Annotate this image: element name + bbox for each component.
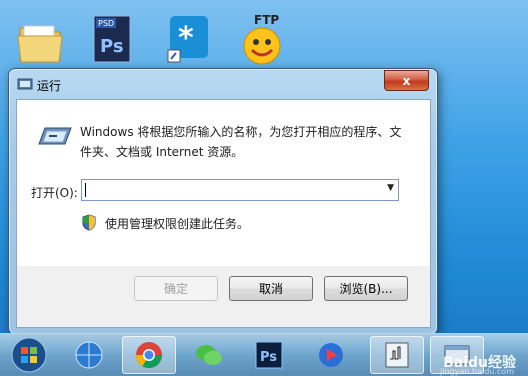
ie-browser-taskbar[interactable] (62, 336, 116, 374)
svg-text:Ps: Ps (260, 350, 277, 365)
psd-file-icon[interactable]: PSD Ps (90, 14, 142, 66)
start-button[interactable] (2, 336, 56, 374)
windows-orb-icon (11, 337, 47, 373)
run-dialog: 运行 x Windows 将根据您所输入的名称，为您打开相应的程序、文件夹、文档… (8, 68, 438, 335)
notepad-app-taskbar[interactable] (370, 336, 424, 374)
dialog-description: Windows 将根据您所输入的名称，为您打开相应的程序、文件夹、文档或 Int… (80, 125, 402, 159)
chrome-icon (136, 342, 162, 368)
app-window-icon (385, 342, 409, 368)
cancel-button[interactable]: 取消 (229, 276, 313, 301)
dialog-body: Windows 将根据您所输入的名称，为您打开相应的程序、文件夹、文档或 Int… (16, 99, 431, 328)
run-icon (17, 77, 33, 91)
wechat-icon (196, 345, 222, 365)
svg-text:FTP: FTP (254, 14, 279, 27)
run-program-icon (37, 124, 73, 150)
media-player-icon (319, 343, 343, 367)
chrome-taskbar[interactable] (122, 336, 176, 374)
text-caret (85, 183, 86, 197)
globe-icon (75, 341, 103, 369)
close-button[interactable]: x (384, 70, 429, 91)
title-bar[interactable]: 运行 x (9, 69, 437, 99)
open-label: 打开(O): (31, 186, 78, 200)
admin-privilege-note: 使用管理权限创建此任务。 (105, 217, 250, 231)
dropdown-arrow-icon[interactable]: ▼ (387, 183, 394, 193)
ok-button[interactable]: 确定 (134, 276, 218, 301)
star-app-icon[interactable]: * (166, 14, 218, 66)
close-icon: x (402, 73, 411, 88)
svg-text:PSD: PSD (98, 19, 114, 28)
folder-icon[interactable] (14, 14, 66, 66)
open-combobox[interactable]: ▼ (81, 179, 399, 201)
dialog-title: 运行 (37, 79, 62, 93)
taskbar: Ps Baidu经验 jingyan.baidu.com (0, 333, 528, 376)
browse-button[interactable]: 浏览(B)... (324, 276, 408, 301)
photoshop-icon: Ps (255, 341, 283, 369)
photoshop-taskbar[interactable]: Ps (242, 336, 296, 374)
dialog-content: Windows 将根据您所输入的名称，为您打开相应的程序、文件夹、文档或 Int… (17, 100, 430, 266)
media-player-taskbar[interactable] (304, 336, 358, 374)
wechat-taskbar[interactable] (182, 336, 236, 374)
uac-shield-icon (81, 214, 97, 231)
svg-text:Ps: Ps (100, 36, 124, 57)
ftp-app-icon[interactable]: FTP (238, 13, 290, 66)
